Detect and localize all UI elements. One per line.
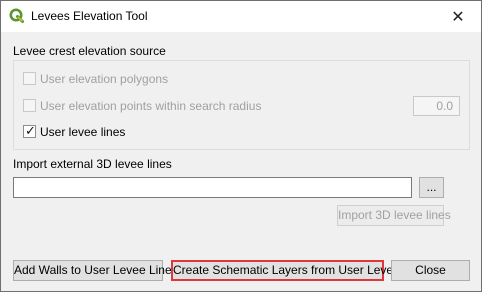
browse-button[interactable]: ... [419,177,444,198]
user-elevation-polygons-checkbox[interactable] [23,72,36,85]
user-levee-lines-label: User levee lines [40,125,126,139]
create-schematic-layers-button[interactable]: Create Schematic Layers from User Levees [171,260,406,281]
import-3d-levee-label: Import external 3D levee lines [13,157,172,171]
add-walls-button[interactable]: Add Walls to User Levee Lines [13,260,178,281]
qgis-logo-icon [9,8,25,24]
elevation-source-label: Levee crest elevation source [13,44,166,58]
user-elevation-polygons-label: User elevation polygons [40,72,169,86]
levees-elevation-dialog: Levees Elevation Tool ✕ Levee crest elev… [0,0,482,292]
checkmark-icon: ✓ [25,123,36,138]
search-radius-spinbox[interactable]: 0.0 [413,96,460,116]
window-title: Levees Elevation Tool [31,9,148,23]
title-bar[interactable]: Levees Elevation Tool ✕ [1,1,481,32]
close-button[interactable]: Close [391,260,470,281]
user-elevation-points-checkbox[interactable] [23,99,36,112]
user-levee-lines-checkbox[interactable]: ✓ [23,123,36,138]
import-3d-levee-lines-button[interactable]: Import 3D levee lines [337,205,451,226]
user-elevation-points-label: User elevation points within search radi… [40,99,262,113]
levee-lines-path-input[interactable] [13,177,412,198]
close-window-icon[interactable]: ✕ [435,1,481,32]
